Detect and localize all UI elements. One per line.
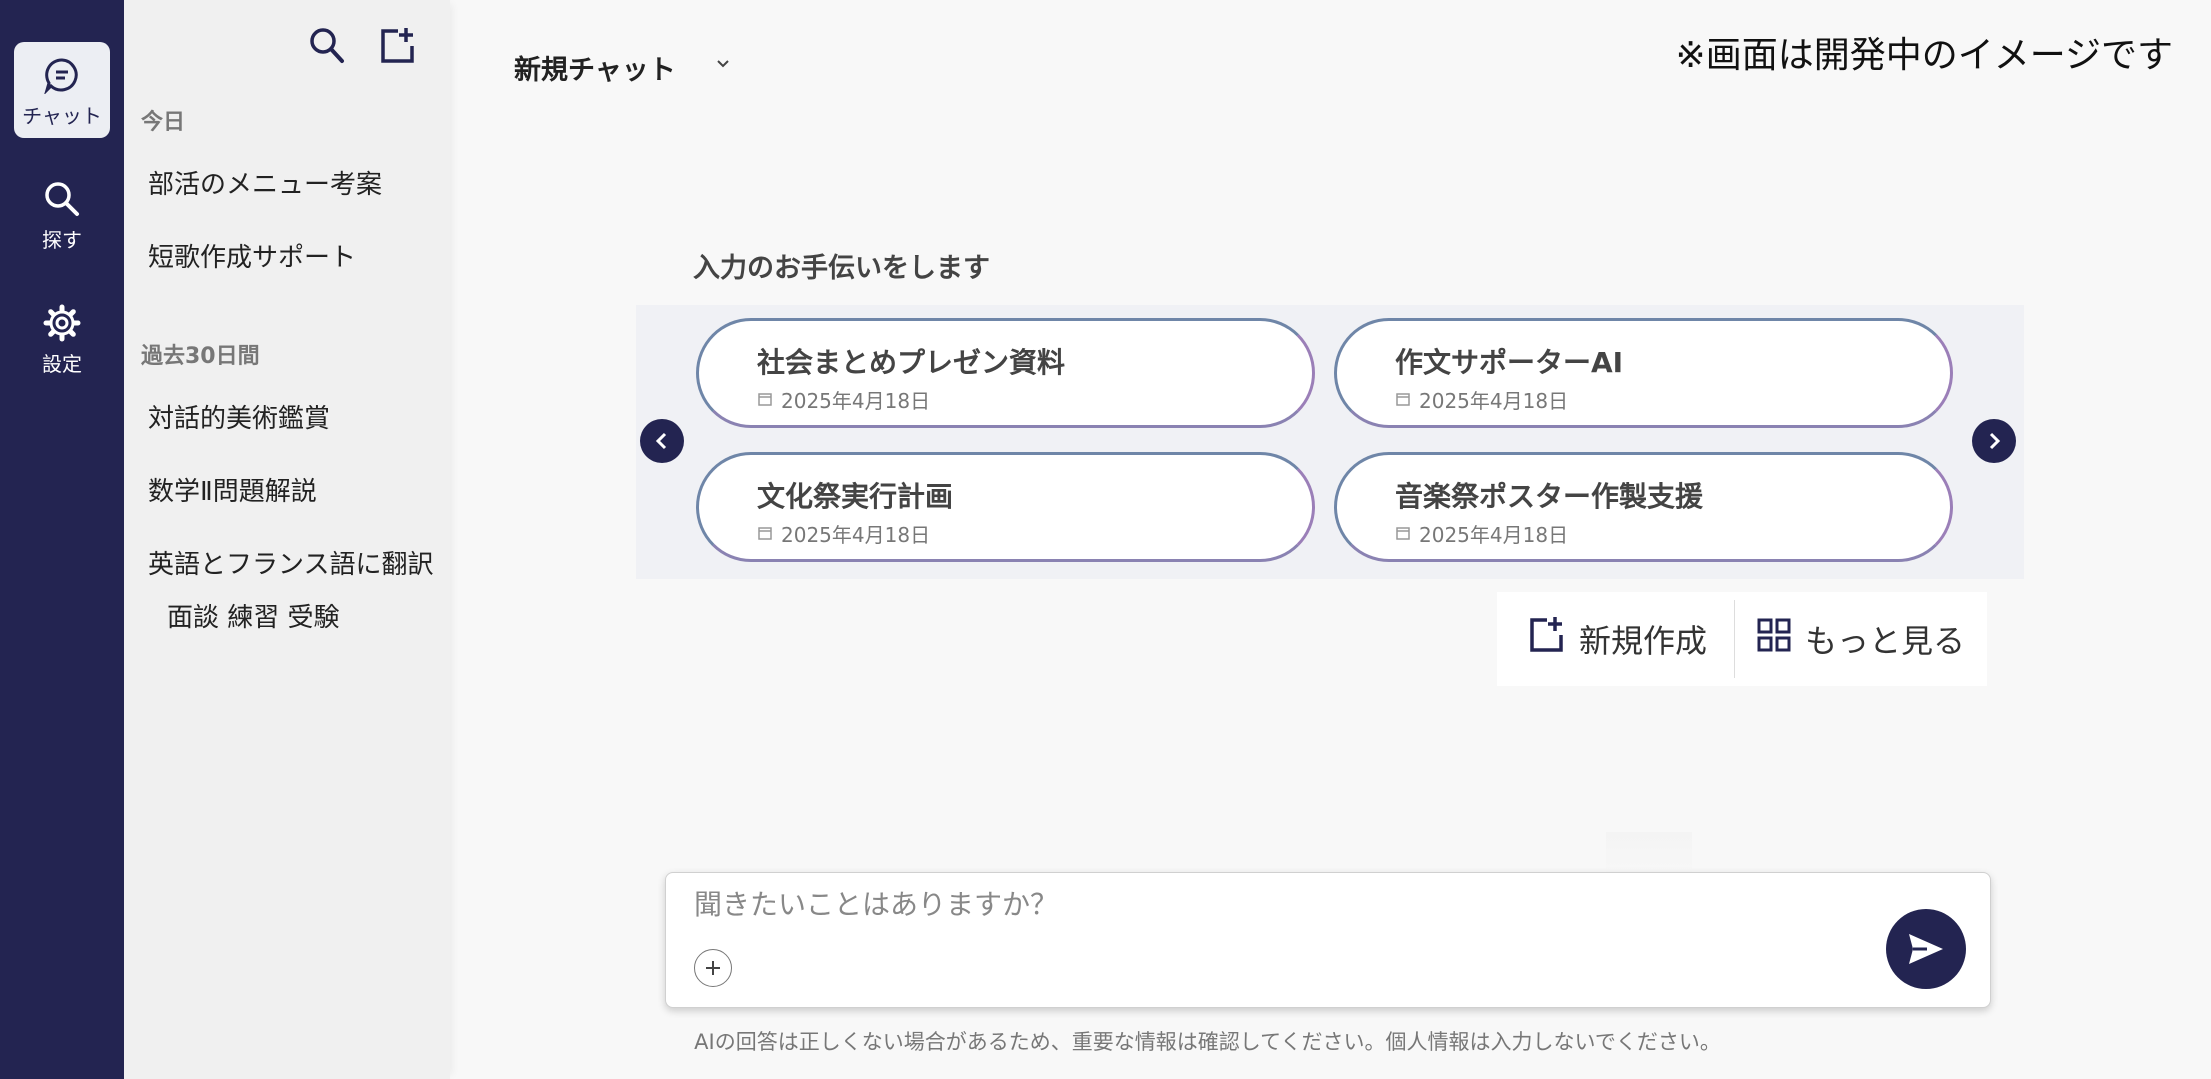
history-item[interactable]: 対話的美術鑑賞 [148, 398, 330, 435]
app-rail: チャット 探す 設定 [0, 0, 124, 1079]
rail-label-search: 探す [42, 228, 82, 252]
card-date: 2025年4月18日 [1419, 389, 1569, 413]
plus-icon [706, 961, 720, 975]
rail-label-settings: 設定 [42, 352, 82, 376]
suggestion-card[interactable]: 文化祭実行計画 2025年4月18日 [696, 452, 1315, 562]
card-date: 2025年4月18日 [781, 389, 931, 413]
history-item[interactable]: 部活のメニュー考案 [148, 164, 382, 201]
calendar-icon [1395, 522, 1411, 546]
section-past-30-days: 過去30日間 [141, 344, 260, 369]
chevron-down-icon[interactable] [716, 54, 730, 73]
new-create-button[interactable]: 新規作成 [1527, 592, 1707, 686]
send-button[interactable] [1886, 909, 1966, 989]
calendar-icon [1395, 388, 1411, 412]
see-more-button[interactable]: もっと見る [1757, 592, 1965, 686]
suggestion-card[interactable]: 社会まとめプレゼン資料 2025年4月18日 [696, 318, 1315, 428]
new-create-icon [1527, 615, 1565, 663]
history-sidebar: 今日 部活のメニュー考案 短歌作成サポート 過去30日間 対話的美術鑑賞 数学Ⅱ… [124, 0, 450, 1079]
new-create-label: 新規作成 [1579, 622, 1708, 660]
disclaimer-text: AIの回答は正しくない場合があるため、重要な情報は確認してください。個人情報は入… [694, 1030, 1721, 1054]
search-icon [45, 182, 79, 216]
send-icon [1909, 934, 1943, 964]
calendar-icon [757, 388, 773, 412]
section-today: 今日 [141, 110, 186, 135]
attach-button[interactable] [694, 949, 732, 987]
card-title: 音楽祭ポスター作製支援 [1395, 480, 1704, 513]
history-item[interactable]: 数学Ⅱ問題解説 [148, 471, 317, 508]
card-date: 2025年4月18日 [781, 523, 931, 547]
disclaimer-wrap: AIの回答は正しくない場合があるため、重要な情報は確認してください。個人情報は入… [0, 1026, 2211, 1056]
rail-item-chat[interactable]: チャット [14, 42, 110, 138]
carousel-prev-button[interactable] [640, 419, 684, 463]
chat-composer [665, 872, 1991, 1008]
new-chat-icon[interactable] [378, 26, 416, 70]
carousel-next-button[interactable] [1972, 419, 2016, 463]
suggestion-card[interactable]: 作文サポーターAI 2025年4月18日 [1334, 318, 1953, 428]
history-item[interactable]: 短歌作成サポート [148, 237, 356, 274]
card-title: 作文サポーターAI [1395, 346, 1624, 379]
chevron-left-icon [655, 432, 667, 450]
history-item[interactable]: 英語とフランス語に翻訳 [148, 544, 433, 581]
chat-icon [44, 58, 78, 94]
search-icon[interactable] [308, 26, 346, 70]
rail-item-settings[interactable]: 設定 [14, 290, 110, 386]
grid-icon [1757, 618, 1791, 660]
suggestion-card[interactable]: 音楽祭ポスター作製支援 2025年4月18日 [1334, 452, 1953, 562]
see-more-label: もっと見る [1805, 622, 1966, 660]
gear-icon [43, 304, 81, 342]
chevron-right-icon [1989, 432, 2001, 450]
divider [1734, 600, 1735, 678]
suggestion-actions: 新規作成 もっと見る [1497, 592, 1987, 686]
card-title: 文化祭実行計画 [757, 480, 954, 513]
history-item-tags: 面談 練習 受験 [167, 603, 340, 633]
suggestions-heading: 入力のお手伝いをします [693, 253, 990, 284]
calendar-icon [757, 522, 773, 546]
card-title: 社会まとめプレゼン資料 [757, 346, 1066, 379]
chat-title[interactable]: 新規チャット [514, 48, 676, 87]
message-input[interactable] [692, 887, 1846, 922]
card-date: 2025年4月18日 [1419, 523, 1569, 547]
rail-item-search[interactable]: 探す [14, 166, 110, 262]
suggestions-carousel: 社会まとめプレゼン資料 2025年4月18日 作文サポーターAI 2025年4月… [636, 305, 2024, 579]
development-notice: ※画面は開発中のイメージです [1675, 35, 2173, 76]
rail-label-chat: チャット [22, 104, 102, 128]
